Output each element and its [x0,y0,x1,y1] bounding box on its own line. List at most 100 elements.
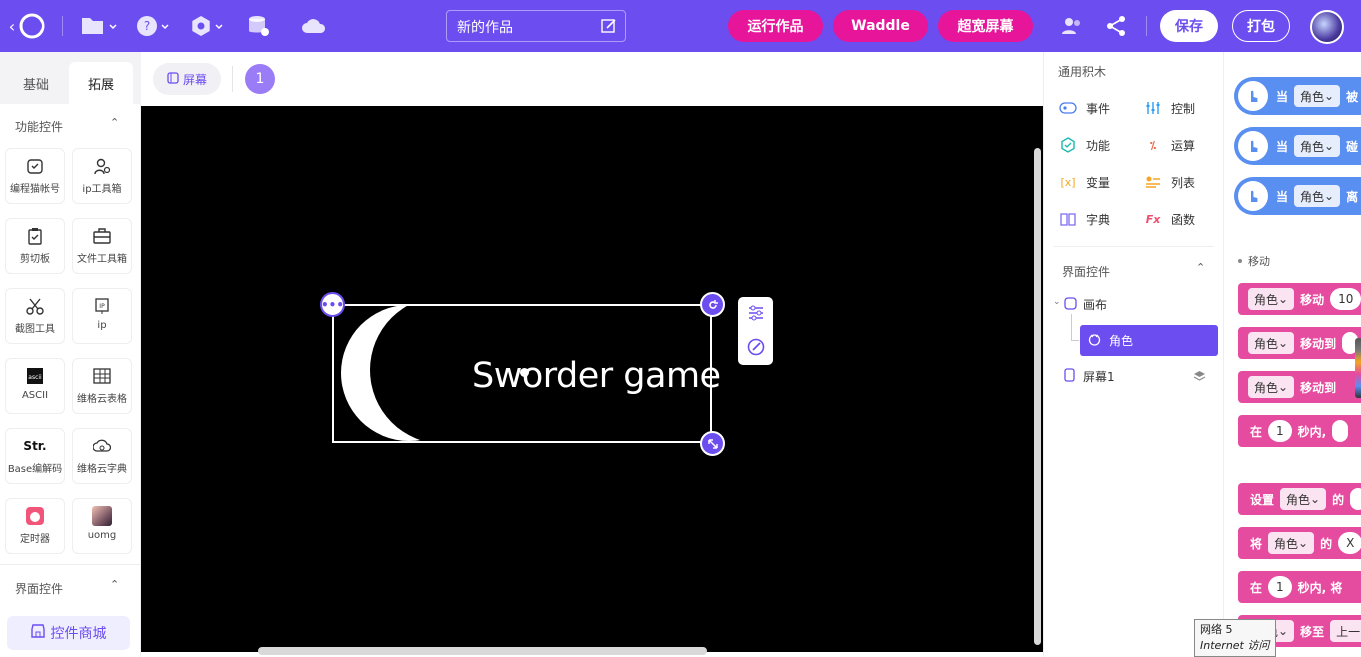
sprite-menu-handle[interactable]: ••• [320,292,345,317]
edit-sprite-icon[interactable] [747,338,765,359]
tile-label: 剪切板 [20,254,50,265]
category-control[interactable]: 控制 [1143,98,1195,118]
help-icon[interactable]: ? [136,14,172,38]
block-text: 移动到 [1300,336,1337,351]
tile-codemao-account[interactable]: 编程猫帐号 [5,148,65,204]
tile-label: Base编解码 [7,464,63,475]
package-button[interactable]: 打包 [1232,10,1290,42]
role-dropdown[interactable]: 角色 ⌄ [1294,85,1341,107]
glide-target-input[interactable] [1332,420,1349,442]
svg-text:?: ? [144,19,150,33]
folder-icon[interactable] [80,14,118,38]
horizontal-scrollbar[interactable] [258,647,707,655]
axis-dropdown[interactable]: X [1338,532,1361,554]
screen-number-badge[interactable]: 1 [245,64,275,94]
edit-icon[interactable] [601,18,617,38]
app-logo-icon[interactable] [18,12,46,40]
share-icon[interactable] [1104,14,1128,38]
vertical-scrollbar[interactable] [1034,148,1041,645]
tile-ip-toolbox[interactable]: ip工具箱 [72,148,132,204]
hand-icon [1238,131,1268,161]
tile-uomg[interactable]: uomg [72,498,132,554]
category-operator[interactable]: ⁒ 运算 [1143,135,1195,155]
block-when-collide[interactable]: 当角色 ⌄ 碰 [1234,127,1361,165]
tile-base-codec[interactable]: Str. Base编解码 [5,428,65,484]
tree-item-screen1[interactable]: 屏幕1 [1064,368,1115,385]
divider [62,16,63,36]
tile-vika-dict[interactable]: 维格云字典 [72,428,132,484]
crescent-moon-image [341,306,424,441]
function-icon [1058,135,1078,155]
tooltip-line1: 网络 5 [1200,623,1233,636]
tile-clipboard[interactable]: 剪切板 [5,218,65,274]
tile-vika-table[interactable]: 维格云表格 [72,358,132,414]
tree-item-sprite[interactable]: 角色 [1080,325,1218,356]
category-label: 功能 [1086,138,1111,153]
database-icon[interactable] [246,14,270,38]
settings-icon[interactable] [190,14,226,38]
role-dropdown[interactable]: 角色 ⌄ [1280,488,1327,510]
role-dropdown[interactable]: 角色 ⌄ [1294,185,1341,207]
tile-file-toolbox[interactable]: 文件工具箱 [72,218,132,274]
block-set-property[interactable]: 设置 角色 ⌄ 的 [1238,483,1361,515]
color-picker-strip[interactable] [1355,338,1361,398]
collapse-icon[interactable]: ⌃ [110,116,119,129]
tree-expand-icon[interactable]: ⌄ [1053,297,1061,307]
category-variable[interactable]: [x] 变量 [1058,172,1110,192]
move-steps-input[interactable]: 10 [1330,288,1361,310]
tab-basic[interactable]: 基础 [3,62,69,104]
block-when-clicked[interactable]: 当角色 ⌄ 被 [1234,77,1361,115]
tile-label: ip [97,320,107,331]
control-shop-button[interactable]: 控件商城 [7,616,130,650]
dropdown-text: 角色 [1300,189,1325,204]
dropdown-text: 角色 [1274,536,1299,551]
seconds-input[interactable]: 1 [1268,420,1292,442]
collaborators-icon[interactable] [1060,14,1084,38]
tile-ip[interactable]: IP ip [72,288,132,344]
project-title-input[interactable]: 新的作品 [446,10,626,42]
sprite[interactable]: Sworder game [332,304,721,443]
adjust-icon[interactable] [747,304,765,325]
wide-screen-button[interactable]: 超宽屏幕 [938,10,1033,42]
tile-ascii[interactable]: ascii ASCII [5,358,65,414]
role-dropdown[interactable]: 角色 ⌄ [1248,288,1295,310]
rotate-handle[interactable] [700,292,725,317]
block-glide[interactable]: 在 1 秒内, [1238,415,1361,447]
collapse-icon[interactable]: ⌃ [1196,261,1205,274]
block-change-x[interactable]: 将角色 ⌄ 的 X [1238,527,1361,559]
avatar[interactable] [1310,10,1344,44]
block-glide-change[interactable]: 在 1 秒内, 将 [1238,571,1361,603]
tile-screenshot-tool[interactable]: 截图工具 [5,288,65,344]
role-dropdown[interactable]: 角色 ⌄ [1294,135,1341,157]
layer-dropdown[interactable]: 上一 [1330,620,1361,642]
tab-extension[interactable]: 拓展 [69,62,133,104]
left-panel: 基础 拓展 功能控件 ⌃ 编程猫帐号 ip工具箱 剪切板 文件工具箱 截图工具 … [0,52,141,657]
property-input[interactable] [1350,488,1361,510]
seconds-input[interactable]: 1 [1268,576,1292,598]
resize-handle[interactable] [700,431,725,456]
stage-canvas[interactable]: Sworder game ••• [141,106,1043,652]
block-when-leave[interactable]: 当角色 ⌄ 离 [1234,177,1361,215]
block-move-to-2[interactable]: 角色 ⌄ 移动到 [1238,371,1361,403]
block-move-to[interactable]: 角色 ⌄ 移动到 [1238,327,1361,359]
role-dropdown[interactable]: 角色 ⌄ [1248,376,1295,398]
category-function-def[interactable]: Fx 函数 [1143,209,1195,229]
tree-item-canvas[interactable]: 画布 [1064,296,1107,313]
layers-icon[interactable] [1193,370,1206,385]
category-event[interactable]: 事件 [1058,98,1110,118]
screen-button[interactable]: 屏幕 [153,63,221,95]
role-dropdown[interactable]: 角色 ⌄ [1268,532,1315,554]
collapse-icon[interactable]: ⌃ [110,578,119,591]
tile-timer[interactable]: 定时器 [5,498,65,554]
role-dropdown[interactable]: 角色 ⌄ [1248,332,1295,354]
block-move[interactable]: 角色 ⌄ 移动 10 [1238,283,1361,315]
tree-label: 角色 [1109,334,1134,348]
category-dict[interactable]: 字典 [1058,209,1110,229]
waddle-button[interactable]: Waddle [833,10,928,42]
save-button[interactable]: 保存 [1160,10,1218,42]
category-function[interactable]: 功能 [1058,135,1110,155]
cloud-icon[interactable] [300,14,328,38]
category-list[interactable]: 列表 [1143,172,1195,192]
run-button[interactable]: 运行作品 [728,10,823,42]
back-chevron-icon[interactable]: ‹ [6,16,18,36]
